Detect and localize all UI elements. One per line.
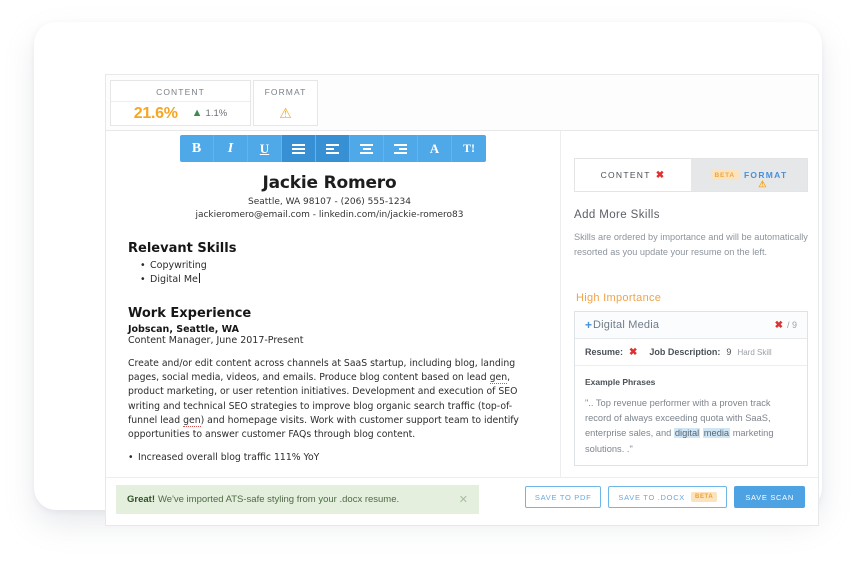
save-to-docx-button[interactable]: SAVE TO .DOCX BETA: [608, 486, 728, 508]
save-actions-group: SAVE TO PDF SAVE TO .DOCX BETA SAVE SCAN: [524, 486, 805, 508]
red-x-icon: ✖: [655, 169, 666, 181]
resume-candidate-name: Jackie Romero: [262, 173, 397, 193]
red-x-icon: ✖: [774, 319, 783, 331]
example-phrases-section: Example Phrases ".. Top revenue performe…: [575, 366, 807, 465]
red-x-icon: ✖: [629, 346, 638, 358]
resume-skills-list: Copywriting Digital Me: [128, 259, 531, 287]
add-more-skills-description: Skills are ordered by importance and wil…: [574, 232, 808, 257]
tab-content-label: CONTENT: [600, 170, 651, 180]
save-scan-button[interactable]: SAVE SCAN: [734, 486, 805, 508]
skills-panel-header: Add More Skills Skills are ordered by im…: [574, 209, 808, 260]
list-item: Digital Me: [140, 273, 531, 287]
add-more-skills-title: Add More Skills: [574, 209, 660, 221]
resume-editor-pane: B I U A T! Jackie Romero Seattle, WA 981…: [106, 131, 561, 525]
example-phrase-text: ".. Top revenue performer with a proven …: [585, 396, 797, 457]
highlighted-keyword: media: [702, 428, 731, 439]
resume-section-skills-heading: Relevant Skills: [128, 241, 237, 257]
jd-count-value: 9: [726, 347, 732, 357]
align-right-lines-icon: [394, 143, 407, 154]
skill-text-editing: Digital Me: [150, 274, 198, 286]
text-cursor: [198, 273, 200, 284]
content-score-label: CONTENT: [111, 81, 250, 102]
bullet-list-icon[interactable]: [282, 135, 316, 162]
tab-content[interactable]: CONTENT ✖: [575, 159, 691, 191]
font-color-button[interactable]: A: [418, 135, 452, 162]
content-score-card[interactable]: CONTENT 21.6% ▲ 1.1%: [110, 80, 251, 126]
plus-icon[interactable]: +: [585, 318, 592, 332]
align-left-lines-icon: [326, 143, 339, 154]
resume-job-description: Create and/or edit content across channe…: [128, 357, 531, 442]
format-score-values: ⚠: [254, 101, 317, 125]
highlighted-keyword: digital: [673, 428, 701, 439]
up-arrow-icon: ▲: [191, 107, 203, 119]
content-score-delta: ▲ 1.1%: [191, 107, 228, 120]
format-score-label: FORMAT: [264, 87, 307, 97]
metrics-bar: CONTENT 21.6% ▲ 1.1% FORMAT ⚠: [106, 75, 818, 131]
resume-section-experience-heading: Work Experience: [128, 306, 252, 322]
resume-contact-line-1: Seattle, WA 98107 - (206) 555-1234: [248, 197, 411, 207]
formatting-toolbar: B I U A T!: [180, 135, 486, 162]
align-left-icon[interactable]: [316, 135, 350, 162]
job-para-part-1: Create and/or edit content across channe…: [128, 358, 516, 384]
resume-job-title-dates: Content Manager, June 2017-Present: [128, 335, 304, 347]
spellcheck-word: gen: [183, 414, 201, 427]
skill-match-count: ✖ / 9: [775, 320, 797, 331]
bottom-action-bar: Great! We've imported ATS-safe styling f…: [106, 477, 818, 525]
underline-button[interactable]: U: [248, 135, 282, 162]
italic-button[interactable]: I: [214, 135, 248, 162]
save-to-pdf-button[interactable]: SAVE TO PDF: [524, 486, 602, 508]
list-item: Copywriting: [140, 259, 531, 273]
align-center-lines-icon: [360, 143, 373, 154]
resume-document[interactable]: Jackie Romero Seattle, WA 98107 - (206) …: [106, 167, 560, 525]
skills-panel: CONTENT ✖ BETA FORMAT ⚠ Add More Skills …: [562, 131, 818, 525]
resume-job-bullet: Increased overall blog traffic 111% YoY: [128, 452, 531, 463]
app-panel: CONTENT 21.6% ▲ 1.1% FORMAT ⚠ B I U A T!…: [105, 74, 819, 526]
list-lines-icon: [292, 143, 305, 154]
resume-job-company: Jobscan, Seattle, WA: [128, 324, 240, 336]
skill-card-header[interactable]: + Digital Media ✖ / 9: [575, 312, 807, 339]
spellcheck-word: gen: [489, 372, 508, 385]
content-score-value: 21.6%: [133, 104, 178, 122]
skill-name-label: Digital Media: [593, 319, 660, 331]
format-score-card[interactable]: FORMAT ⚠: [253, 80, 318, 126]
skill-card-digital-media: + Digital Media ✖ / 9 Resume: ✖ Job Desc…: [574, 311, 808, 466]
resume-count-label: Resume:: [585, 347, 624, 357]
warning-triangle-icon: ⚠: [758, 179, 768, 189]
save-scan-label: SAVE SCAN: [745, 492, 794, 502]
skill-type-label: Hard Skill: [737, 347, 772, 357]
tab-format[interactable]: BETA FORMAT ⚠: [691, 159, 807, 191]
toast-bold-text: Great!: [127, 494, 155, 505]
skill-card-meta: Resume: ✖ Job Description: 9 Hard Skill: [575, 339, 807, 366]
panel-tabs: CONTENT ✖ BETA FORMAT ⚠: [574, 158, 808, 192]
save-to-pdf-label: SAVE TO PDF: [534, 492, 592, 502]
align-center-icon[interactable]: [350, 135, 384, 162]
content-delta-value: 1.1%: [205, 108, 228, 119]
align-right-icon[interactable]: [384, 135, 418, 162]
beta-badge: BETA: [691, 492, 718, 502]
resume-contact-line-2: jackieromero@email.com - linkedin.com/in…: [195, 210, 464, 221]
clear-format-button[interactable]: T!: [452, 135, 486, 162]
save-to-docx-label: SAVE TO .DOCX: [618, 492, 686, 502]
content-score-values: 21.6% ▲ 1.1%: [111, 102, 250, 125]
jd-count-label: Job Description:: [649, 347, 721, 357]
toast-message: We've imported ATS-safe styling from you…: [157, 494, 400, 505]
skill-count-total: / 9: [786, 320, 797, 330]
close-icon[interactable]: ✕: [459, 493, 468, 506]
example-phrases-title: Example Phrases: [585, 377, 656, 387]
bold-button[interactable]: B: [180, 135, 214, 162]
warning-triangle-icon: ⚠: [279, 105, 292, 121]
high-importance-group-label: High Importance: [576, 292, 662, 304]
import-success-toast: Great! We've imported ATS-safe styling f…: [116, 485, 479, 514]
browser-window-frame: CONTENT 21.6% ▲ 1.1% FORMAT ⚠ B I U A T!…: [34, 22, 822, 526]
beta-badge: BETA: [710, 170, 739, 180]
